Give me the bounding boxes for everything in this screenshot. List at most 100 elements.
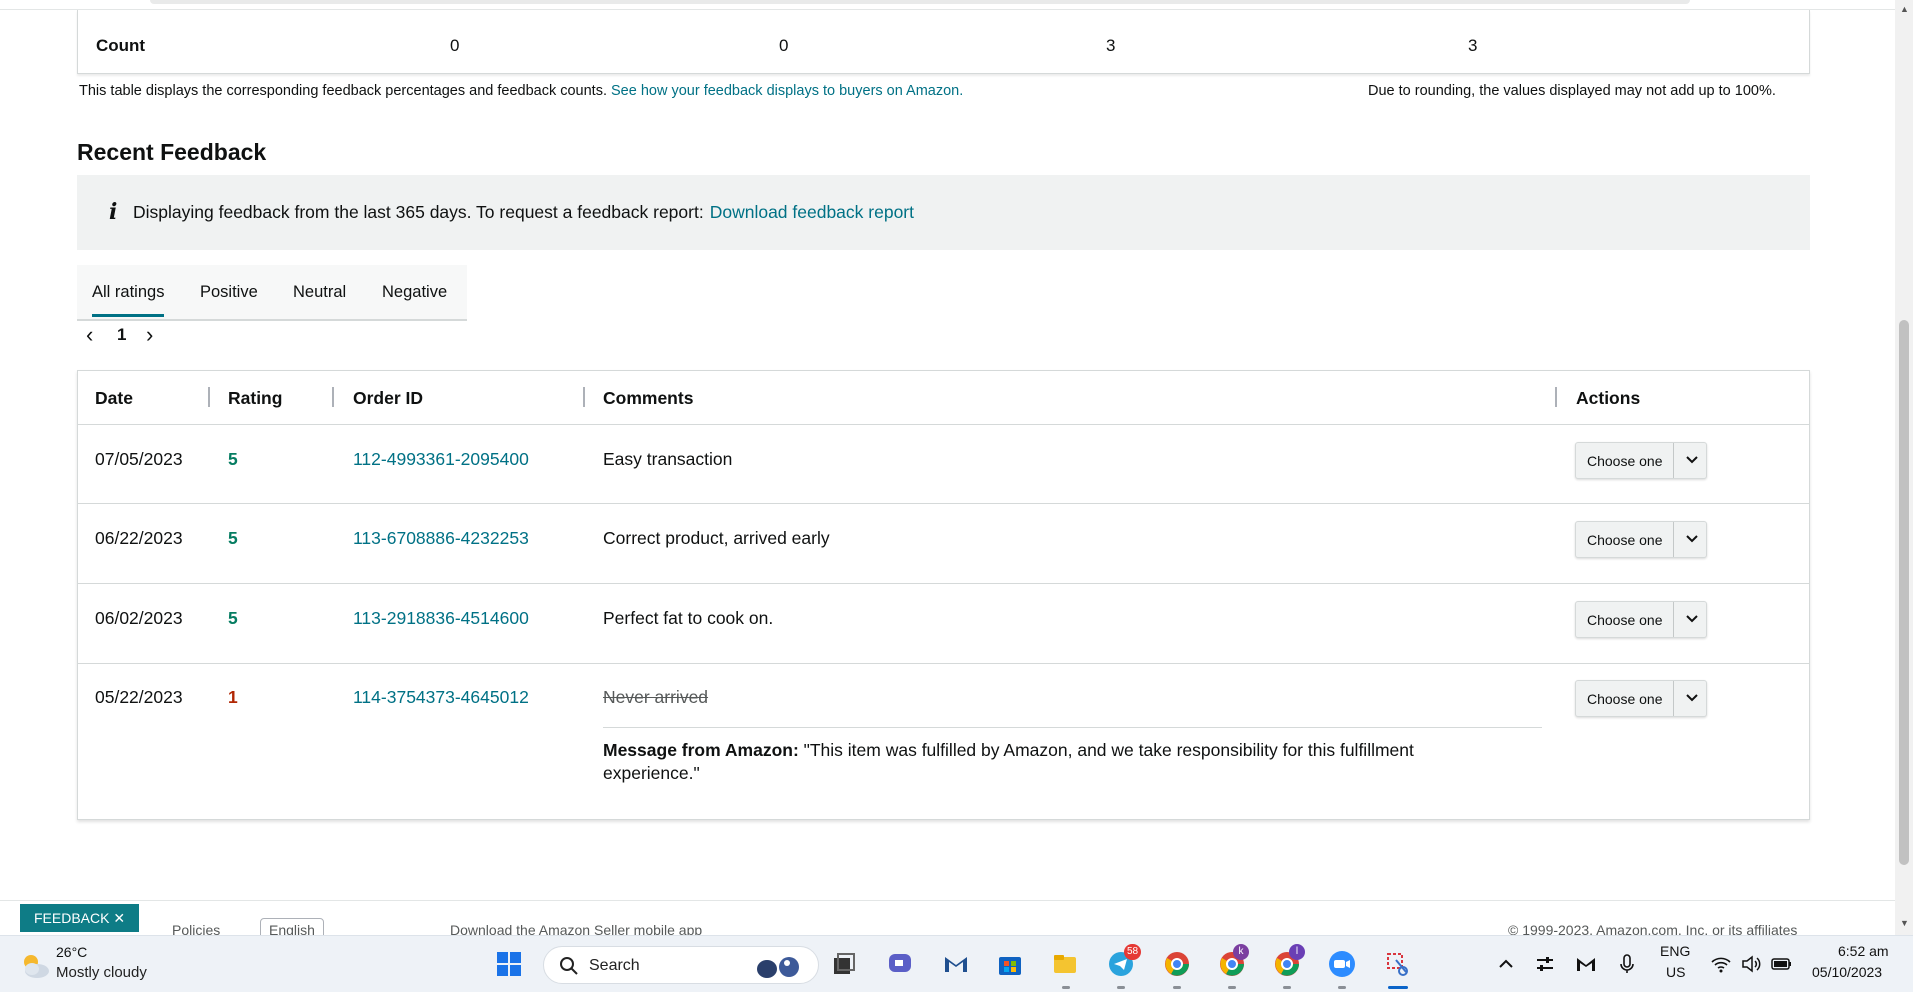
zoom-icon[interactable] bbox=[1328, 950, 1356, 978]
chevron-down-icon bbox=[1686, 535, 1698, 543]
action-dropdown[interactable]: Choose one bbox=[1575, 442, 1707, 479]
count-value: 0 bbox=[779, 36, 789, 55]
col-header-rating[interactable]: Rating bbox=[228, 388, 282, 409]
search-highlight-icon bbox=[757, 957, 799, 978]
language-indicator-bottom[interactable]: US bbox=[1666, 964, 1685, 980]
microsoft-store-icon[interactable] bbox=[996, 950, 1024, 978]
action-dropdown-label: Choose one bbox=[1587, 532, 1663, 548]
count-value: 3 bbox=[1106, 36, 1116, 55]
amazon-message-label: Message from Amazon: bbox=[603, 740, 799, 760]
tab-negative[interactable]: Negative bbox=[382, 283, 447, 302]
chrome-icon[interactable] bbox=[1163, 950, 1191, 978]
amazon-message: Message from Amazon: "This item was fulf… bbox=[603, 739, 1503, 785]
wifi-icon[interactable] bbox=[1710, 953, 1732, 975]
scrollbar-thumb[interactable] bbox=[1899, 320, 1909, 865]
feedback-button[interactable]: FEEDBACK ✕ bbox=[20, 904, 140, 932]
row-comment: Easy transaction bbox=[603, 449, 733, 469]
chevron-down-icon bbox=[1686, 694, 1698, 702]
action-dropdown-label: Choose one bbox=[1587, 691, 1663, 707]
info-text: Displaying feedback from the last 365 da… bbox=[133, 202, 704, 222]
count-value: 0 bbox=[450, 36, 460, 55]
row-comment: Perfect fat to cook on. bbox=[603, 608, 774, 628]
row-comment-struck: Never arrived bbox=[603, 687, 709, 707]
rounding-note: Due to rounding, the values displayed ma… bbox=[1368, 83, 1776, 99]
column-divider[interactable] bbox=[583, 387, 585, 407]
search-label: Search bbox=[589, 957, 640, 974]
tab-positive[interactable]: Positive bbox=[200, 283, 258, 302]
task-view-icon[interactable] bbox=[830, 950, 858, 978]
chrome-profile-badge: l bbox=[1289, 944, 1305, 960]
teams-chat-icon[interactable] bbox=[886, 950, 914, 978]
footer-language-select[interactable]: English bbox=[260, 918, 324, 935]
info-icon: i bbox=[109, 199, 118, 225]
action-dropdown[interactable]: Choose one bbox=[1575, 521, 1707, 558]
column-divider[interactable] bbox=[332, 387, 334, 407]
order-id-link[interactable]: 114-3754373-4645012 bbox=[353, 687, 529, 708]
microphone-icon[interactable] bbox=[1616, 953, 1638, 975]
rating-tabs: All ratings Positive Neutral Negative bbox=[77, 265, 467, 321]
telegram-badge: 58 bbox=[1124, 944, 1142, 960]
row-date: 06/22/2023 bbox=[95, 528, 183, 548]
footer-policies-link[interactable]: Policies bbox=[172, 922, 220, 935]
current-page[interactable]: 1 bbox=[117, 325, 126, 345]
table-note: This table displays the corresponding fe… bbox=[79, 83, 963, 99]
count-value: 3 bbox=[1468, 36, 1478, 55]
tab-all-ratings[interactable]: All ratings bbox=[92, 283, 165, 317]
gmail-tray-icon[interactable] bbox=[1575, 953, 1597, 975]
action-dropdown-label: Choose one bbox=[1587, 453, 1663, 469]
taskbar-search[interactable]: Search bbox=[543, 946, 819, 984]
info-alert: i Displaying feedback from the last 365 … bbox=[77, 175, 1810, 250]
row-date: 07/05/2023 bbox=[95, 449, 183, 469]
prev-page-icon[interactable]: ‹ bbox=[86, 322, 93, 348]
clock-time[interactable]: 6:52 am bbox=[1838, 943, 1889, 959]
count-label: Count bbox=[96, 36, 146, 55]
file-explorer-icon[interactable] bbox=[1051, 950, 1079, 978]
partly-cloudy-icon bbox=[24, 955, 49, 978]
chevron-down-icon bbox=[1686, 615, 1698, 623]
next-page-icon[interactable]: › bbox=[146, 322, 153, 348]
recent-feedback-heading: Recent Feedback bbox=[77, 139, 267, 165]
column-divider[interactable] bbox=[208, 387, 210, 407]
row-date: 05/22/2023 bbox=[95, 687, 183, 707]
snipping-tool-icon[interactable] bbox=[1384, 950, 1412, 978]
see-feedback-display-link[interactable]: See how your feedback displays to buyers… bbox=[611, 83, 963, 99]
col-header-order-id[interactable]: Order ID bbox=[353, 388, 423, 409]
tab-neutral[interactable]: Neutral bbox=[293, 283, 346, 302]
row-comment: Correct product, arrived early bbox=[603, 528, 830, 548]
windows-start-icon[interactable] bbox=[495, 950, 523, 978]
column-divider[interactable] bbox=[1555, 387, 1557, 407]
download-feedback-report-link[interactable]: Download feedback report bbox=[710, 202, 914, 222]
scroll-down-icon[interactable]: ▼ bbox=[1900, 918, 1909, 928]
language-indicator-top[interactable]: ENG bbox=[1660, 943, 1690, 959]
volume-icon[interactable] bbox=[1740, 953, 1762, 975]
row-date: 06/02/2023 bbox=[95, 608, 183, 628]
row-rating: 5 bbox=[228, 528, 238, 548]
footer-copyright: © 1999-2023, Amazon.com, Inc. or its aff… bbox=[1508, 922, 1798, 935]
row-rating: 5 bbox=[228, 608, 238, 628]
scroll-up-icon[interactable]: ▲ bbox=[1900, 4, 1909, 14]
action-dropdown-label: Choose one bbox=[1587, 612, 1663, 628]
feedback-summary-table: Count 0 0 3 3 bbox=[77, 10, 1810, 74]
footer-download-app-link[interactable]: Download the Amazon Seller mobile app bbox=[450, 922, 702, 935]
order-id-link[interactable]: 113-2918836-4514600 bbox=[353, 608, 529, 629]
table-note-text: This table displays the corresponding fe… bbox=[79, 83, 607, 99]
quick-settings-icon[interactable] bbox=[1534, 953, 1556, 975]
row-rating: 5 bbox=[228, 449, 238, 469]
clock-date[interactable]: 05/10/2023 bbox=[1812, 964, 1882, 980]
battery-icon[interactable] bbox=[1770, 953, 1794, 975]
col-header-comments[interactable]: Comments bbox=[603, 388, 693, 409]
chevron-up-icon[interactable] bbox=[1496, 954, 1516, 974]
weather-description: Mostly cloudy bbox=[56, 964, 147, 981]
windows-taskbar: 26°C Mostly cloudy Search 58 k l ENG US … bbox=[0, 935, 1913, 992]
action-dropdown[interactable]: Choose one bbox=[1575, 680, 1707, 717]
col-header-date[interactable]: Date bbox=[95, 388, 133, 409]
gmail-icon[interactable] bbox=[942, 950, 970, 978]
weather-temperature: 26°C bbox=[56, 944, 88, 960]
action-dropdown[interactable]: Choose one bbox=[1575, 601, 1707, 638]
row-rating: 1 bbox=[228, 687, 238, 707]
previous-section-edge bbox=[0, 0, 1895, 10]
feedback-table: Date Rating Order ID Comments Actions 07… bbox=[77, 370, 1810, 820]
order-id-link[interactable]: 112-4993361-2095400 bbox=[353, 449, 529, 470]
page-scrollbar[interactable]: ▲ ▼ bbox=[1895, 0, 1913, 935]
order-id-link[interactable]: 113-6708886-4232253 bbox=[353, 528, 529, 549]
